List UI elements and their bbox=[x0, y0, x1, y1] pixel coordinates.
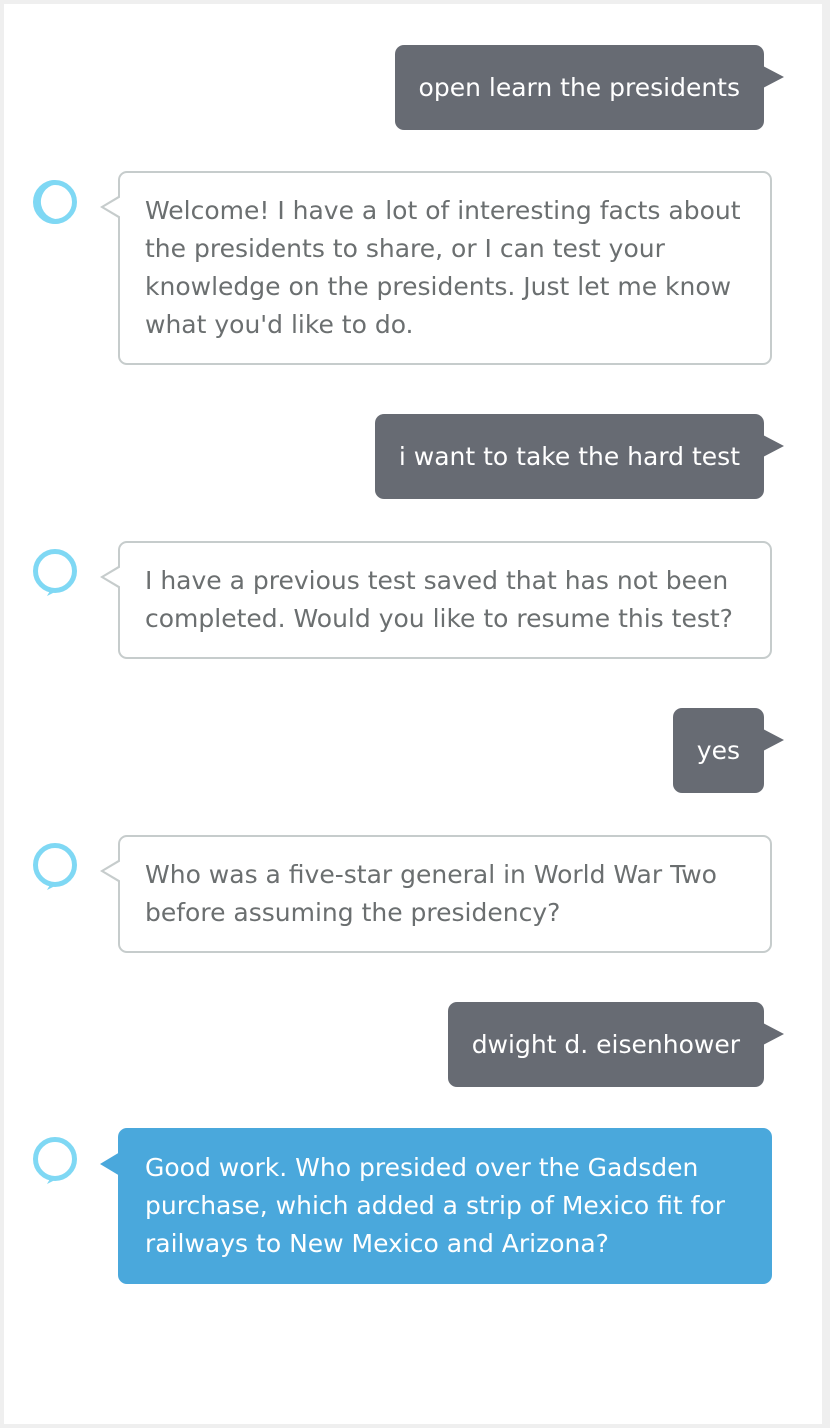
alexa-message-bubble: Who was a five-star general in World War… bbox=[100, 835, 772, 953]
user-message-bubble: yes bbox=[672, 708, 784, 793]
alexa-ring-icon bbox=[33, 1137, 77, 1184]
alexa-ring-icon bbox=[33, 843, 77, 890]
user-message-text: open learn the presidents bbox=[418, 73, 740, 102]
user-message-text: i want to take the hard test bbox=[398, 442, 740, 471]
alexa-message-bubble-active: Good work. Who presided over the Gadsden… bbox=[100, 1128, 772, 1284]
alexa-message-bubble: Welcome! I have a lot of interesting fac… bbox=[100, 171, 772, 365]
bubble-tail bbox=[763, 435, 784, 457]
bubble-tail bbox=[763, 1023, 784, 1045]
alexa-message-text: Who was a five-star general in World War… bbox=[145, 860, 717, 927]
user-message-bubble: open learn the presidents bbox=[394, 45, 784, 130]
alexa-message-text: Good work. Who presided over the Gadsden… bbox=[145, 1153, 725, 1258]
alexa-message-text: I have a previous test saved that has no… bbox=[145, 566, 733, 633]
alexa-message-text: Welcome! I have a lot of interesting fac… bbox=[145, 196, 741, 339]
chat-panel: open learn the presidents Welcome! I hav… bbox=[4, 4, 822, 1424]
user-message-text: yes bbox=[696, 736, 740, 765]
user-message-bubble: dwight d. eisenhower bbox=[447, 1002, 784, 1087]
bubble-tail bbox=[763, 66, 784, 88]
alexa-ring-icon bbox=[33, 549, 77, 596]
alexa-ring-icon bbox=[33, 180, 77, 224]
alexa-message-bubble: I have a previous test saved that has no… bbox=[100, 541, 772, 659]
bubble-tail bbox=[763, 729, 784, 751]
user-message-bubble: i want to take the hard test bbox=[374, 414, 784, 499]
user-message-text: dwight d. eisenhower bbox=[471, 1030, 740, 1059]
